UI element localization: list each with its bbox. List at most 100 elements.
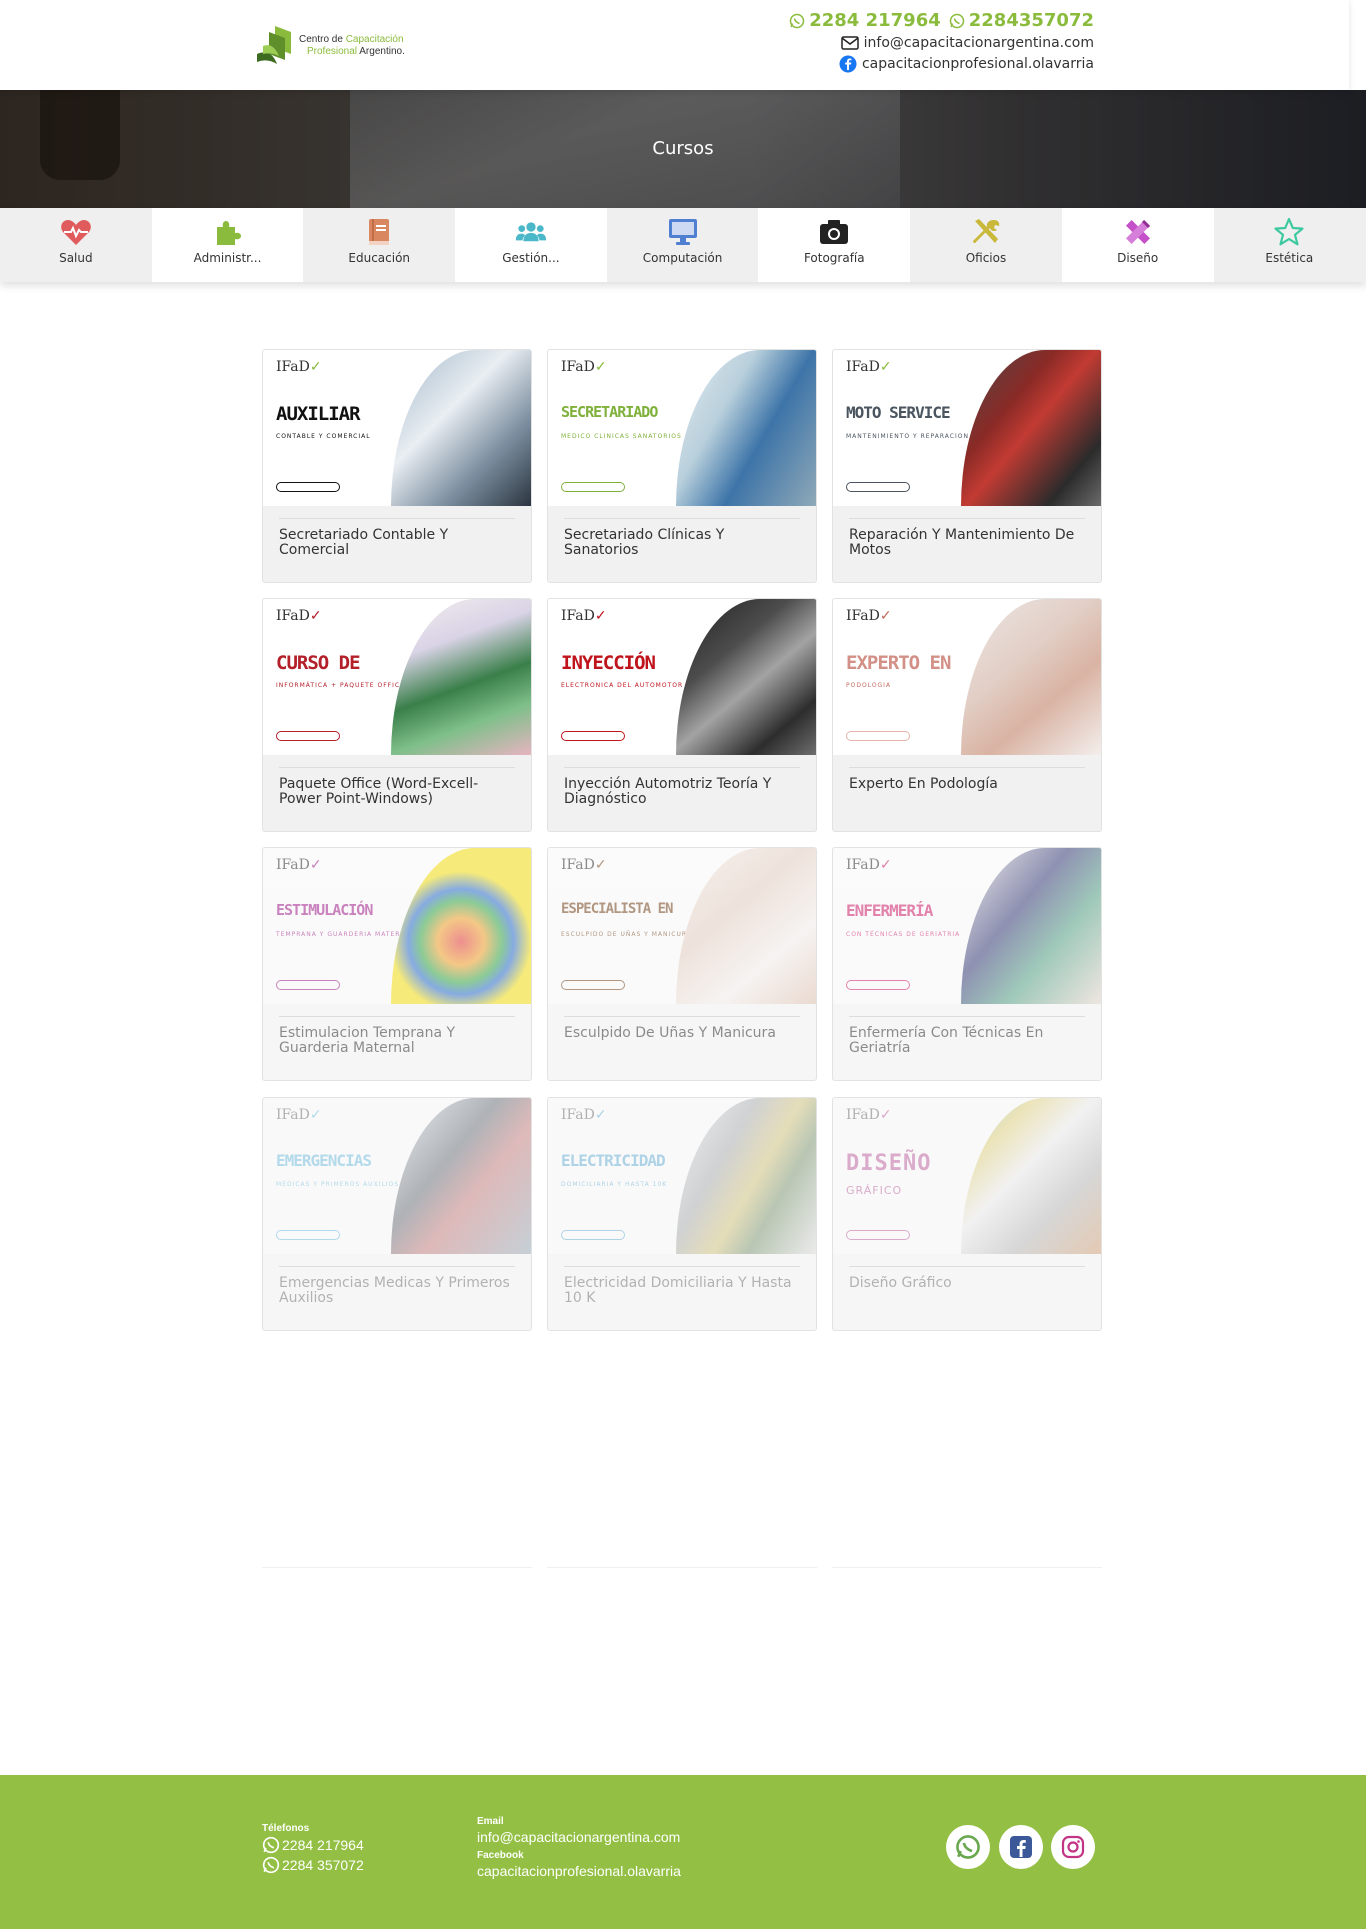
course-image: IFaD✓ INYECCIÓN ELECTRONICA DEL AUTOMOTO… xyxy=(548,599,816,755)
course-card[interactable]: IFaD✓ INYECCIÓN ELECTRONICA DEL AUTOMOTO… xyxy=(547,598,817,832)
ifad-logo: IFaD✓ xyxy=(276,1107,322,1123)
whatsapp-icon xyxy=(262,1856,280,1874)
footer-phones-label: Télefonos xyxy=(262,1823,310,1834)
course-image-title: CURSO DE xyxy=(276,652,361,674)
instagram-icon xyxy=(1061,1835,1085,1859)
pencil-ruler-icon xyxy=(1125,219,1150,245)
course-image: IFaD✓ EMERGENCIAS MÉDICAS Y PRIMEROS AUX… xyxy=(263,1098,531,1254)
course-title: Enfermería Con Técnicas En Geriatría xyxy=(849,1025,1044,1056)
ifad-logo: IFaD✓ xyxy=(561,857,607,873)
ifad-logo: IFaD✓ xyxy=(846,608,892,624)
course-image-subtitle: ELECTRONICA DEL AUTOMOTOR xyxy=(561,682,684,689)
category-label: Gestión... xyxy=(502,251,560,265)
header-facebook-link[interactable]: capacitacionprofesional.olavarria xyxy=(862,56,1094,72)
ifad-logo: IFaD✓ xyxy=(846,359,892,375)
whatsapp-icon xyxy=(789,13,805,28)
placeholder-divider xyxy=(262,1567,532,1568)
desktop-icon xyxy=(668,219,697,245)
logo-line-1-green: Capacitación xyxy=(345,34,404,45)
header-phones: 2284 217964 2284357072 xyxy=(789,10,1094,31)
category-label: Salud xyxy=(59,251,93,265)
heartbeat-icon xyxy=(61,220,91,245)
course-card[interactable]: IFaD✓ AUXILIAR CONTABLE Y COMERCIAL Secr… xyxy=(262,349,532,583)
footer-phone-2-row: 2284 357072 xyxy=(262,1856,364,1874)
category-educacion[interactable]: Educación xyxy=(303,208,455,282)
course-card[interactable]: IFaD✓ DISEÑO GRÁFICO Diseño Gráfico xyxy=(832,1097,1102,1331)
category-salud[interactable]: Salud xyxy=(0,208,152,282)
footer-facebook-link[interactable]: capacitacionprofesional.olavarria xyxy=(477,1863,681,1879)
course-card[interactable]: IFaD✓ ESPECIALISTA EN ESCULPIDO DE UÑAS … xyxy=(547,847,817,1081)
header-phone-1[interactable]: 2284 217964 xyxy=(809,10,941,31)
site-logo[interactable]: Centro de Capacitación Profesional Argen… xyxy=(255,22,425,70)
category-fotografia[interactable]: Fotografía xyxy=(758,208,911,282)
course-card[interactable]: IFaD✓ EMERGENCIAS MÉDICAS Y PRIMEROS AUX… xyxy=(262,1097,532,1331)
course-image-subtitle: MÉDICAS Y PRIMEROS AUXILIOS xyxy=(276,1181,400,1188)
logo-text: Centro de Capacitación Profesional Argen… xyxy=(299,34,405,58)
site-header: Centro de Capacitación Profesional Argen… xyxy=(0,0,1349,90)
course-image-title: EMERGENCIAS xyxy=(276,1151,372,1170)
course-card[interactable]: IFaD✓ CURSO DE INFORMÁTICA + PAQUETE OFF… xyxy=(262,598,532,832)
course-card[interactable]: IFaD✓ EXPERTO EN PODOLOGIA Experto En Po… xyxy=(832,598,1102,832)
course-title: Diseño Gráfico xyxy=(849,1275,952,1291)
course-image-badge xyxy=(846,731,910,741)
logo-line-2: Argentino. xyxy=(359,46,405,57)
course-photo xyxy=(961,848,1101,1004)
category-computacion[interactable]: Computación xyxy=(607,208,759,282)
footer-phone-1[interactable]: 2284 217964 xyxy=(282,1837,364,1853)
course-photo xyxy=(391,599,531,755)
course-card[interactable]: IFaD✓ ESTIMULACIÓN TEMPRANA Y GUARDERIA … xyxy=(262,847,532,1081)
placeholder-divider xyxy=(547,1567,817,1568)
category-gestion[interactable]: Gestión... xyxy=(455,208,607,282)
instagram-social-button[interactable] xyxy=(1051,1825,1095,1869)
facebook-social-button[interactable] xyxy=(999,1825,1043,1869)
whatsapp-social-button[interactable] xyxy=(946,1825,990,1869)
course-image-subtitle: GRÁFICO xyxy=(846,1184,903,1197)
course-image-badge xyxy=(276,1230,340,1240)
course-image-subtitle: CONTABLE Y COMERCIAL xyxy=(276,433,371,440)
course-image-subtitle: ESCULPIDO DE UÑAS Y MANICURA xyxy=(561,931,692,938)
footer-phone-2[interactable]: 2284 357072 xyxy=(282,1857,364,1873)
footer-facebook-label: Facebook xyxy=(477,1850,524,1861)
ifad-logo: IFaD✓ xyxy=(276,857,322,873)
ifad-logo: IFaD✓ xyxy=(561,359,607,375)
course-card[interactable]: IFaD✓ MOTO SERVICE MANTENIMIENTO Y REPAR… xyxy=(832,349,1102,583)
course-photo xyxy=(676,848,816,1004)
category-label: Administr... xyxy=(193,251,262,265)
course-image-title: INYECCIÓN xyxy=(561,652,656,674)
category-estetica[interactable]: Estética xyxy=(1214,208,1366,282)
course-image: IFaD✓ ESTIMULACIÓN TEMPRANA Y GUARDERIA … xyxy=(263,848,531,1004)
ifad-logo: IFaD✓ xyxy=(276,608,322,624)
course-card[interactable]: IFaD✓ ELECTRICIDAD DOMICILIARIA Y HASTA … xyxy=(547,1097,817,1331)
course-photo xyxy=(676,1098,816,1254)
course-card[interactable]: IFaD✓ ENFERMERÍA CON TÉCNICAS DE GERIATR… xyxy=(832,847,1102,1081)
course-image-subtitle: MEDICO CLINICAS SANATORIOS xyxy=(561,433,682,440)
ifad-logo: IFaD✓ xyxy=(846,857,892,873)
ifad-logo: IFaD✓ xyxy=(561,1107,607,1123)
footer-email-link[interactable]: info@capacitacionargentina.com xyxy=(477,1829,680,1845)
course-image-badge xyxy=(276,980,340,990)
course-image-badge xyxy=(276,731,340,741)
ifad-logo: IFaD✓ xyxy=(276,359,322,375)
logo-line-1: Centro de xyxy=(299,34,343,45)
puzzle-icon xyxy=(216,221,241,245)
course-card[interactable]: IFaD✓ SECRETARIADO MEDICO CLINICAS SANAT… xyxy=(547,349,817,583)
course-image: IFaD✓ DISEÑO GRÁFICO xyxy=(833,1098,1101,1254)
course-image-title: MOTO SERVICE xyxy=(846,403,951,422)
course-image: IFaD✓ AUXILIAR CONTABLE Y COMERCIAL xyxy=(263,350,531,506)
course-image-badge xyxy=(846,1230,910,1240)
course-photo xyxy=(961,599,1101,755)
category-oficios[interactable]: Oficios xyxy=(910,208,1062,282)
course-image-title: AUXILIAR xyxy=(276,403,361,425)
header-email-link[interactable]: info@capacitacionargentina.com xyxy=(864,35,1094,51)
facebook-icon xyxy=(1010,1836,1032,1858)
course-photo xyxy=(391,1098,531,1254)
course-photo xyxy=(676,350,816,506)
users-icon xyxy=(515,222,547,242)
header-phone-2[interactable]: 2284357072 xyxy=(969,10,1094,31)
whatsapp-icon xyxy=(949,13,964,28)
course-title: Inyección Automotriz Teoría Y Diagnóstic… xyxy=(564,776,772,807)
course-photo xyxy=(961,1098,1101,1254)
category-diseno[interactable]: Diseño xyxy=(1061,208,1214,282)
course-image-title: SECRETARIADO xyxy=(561,403,658,421)
category-administracion[interactable]: Administr... xyxy=(151,208,304,282)
